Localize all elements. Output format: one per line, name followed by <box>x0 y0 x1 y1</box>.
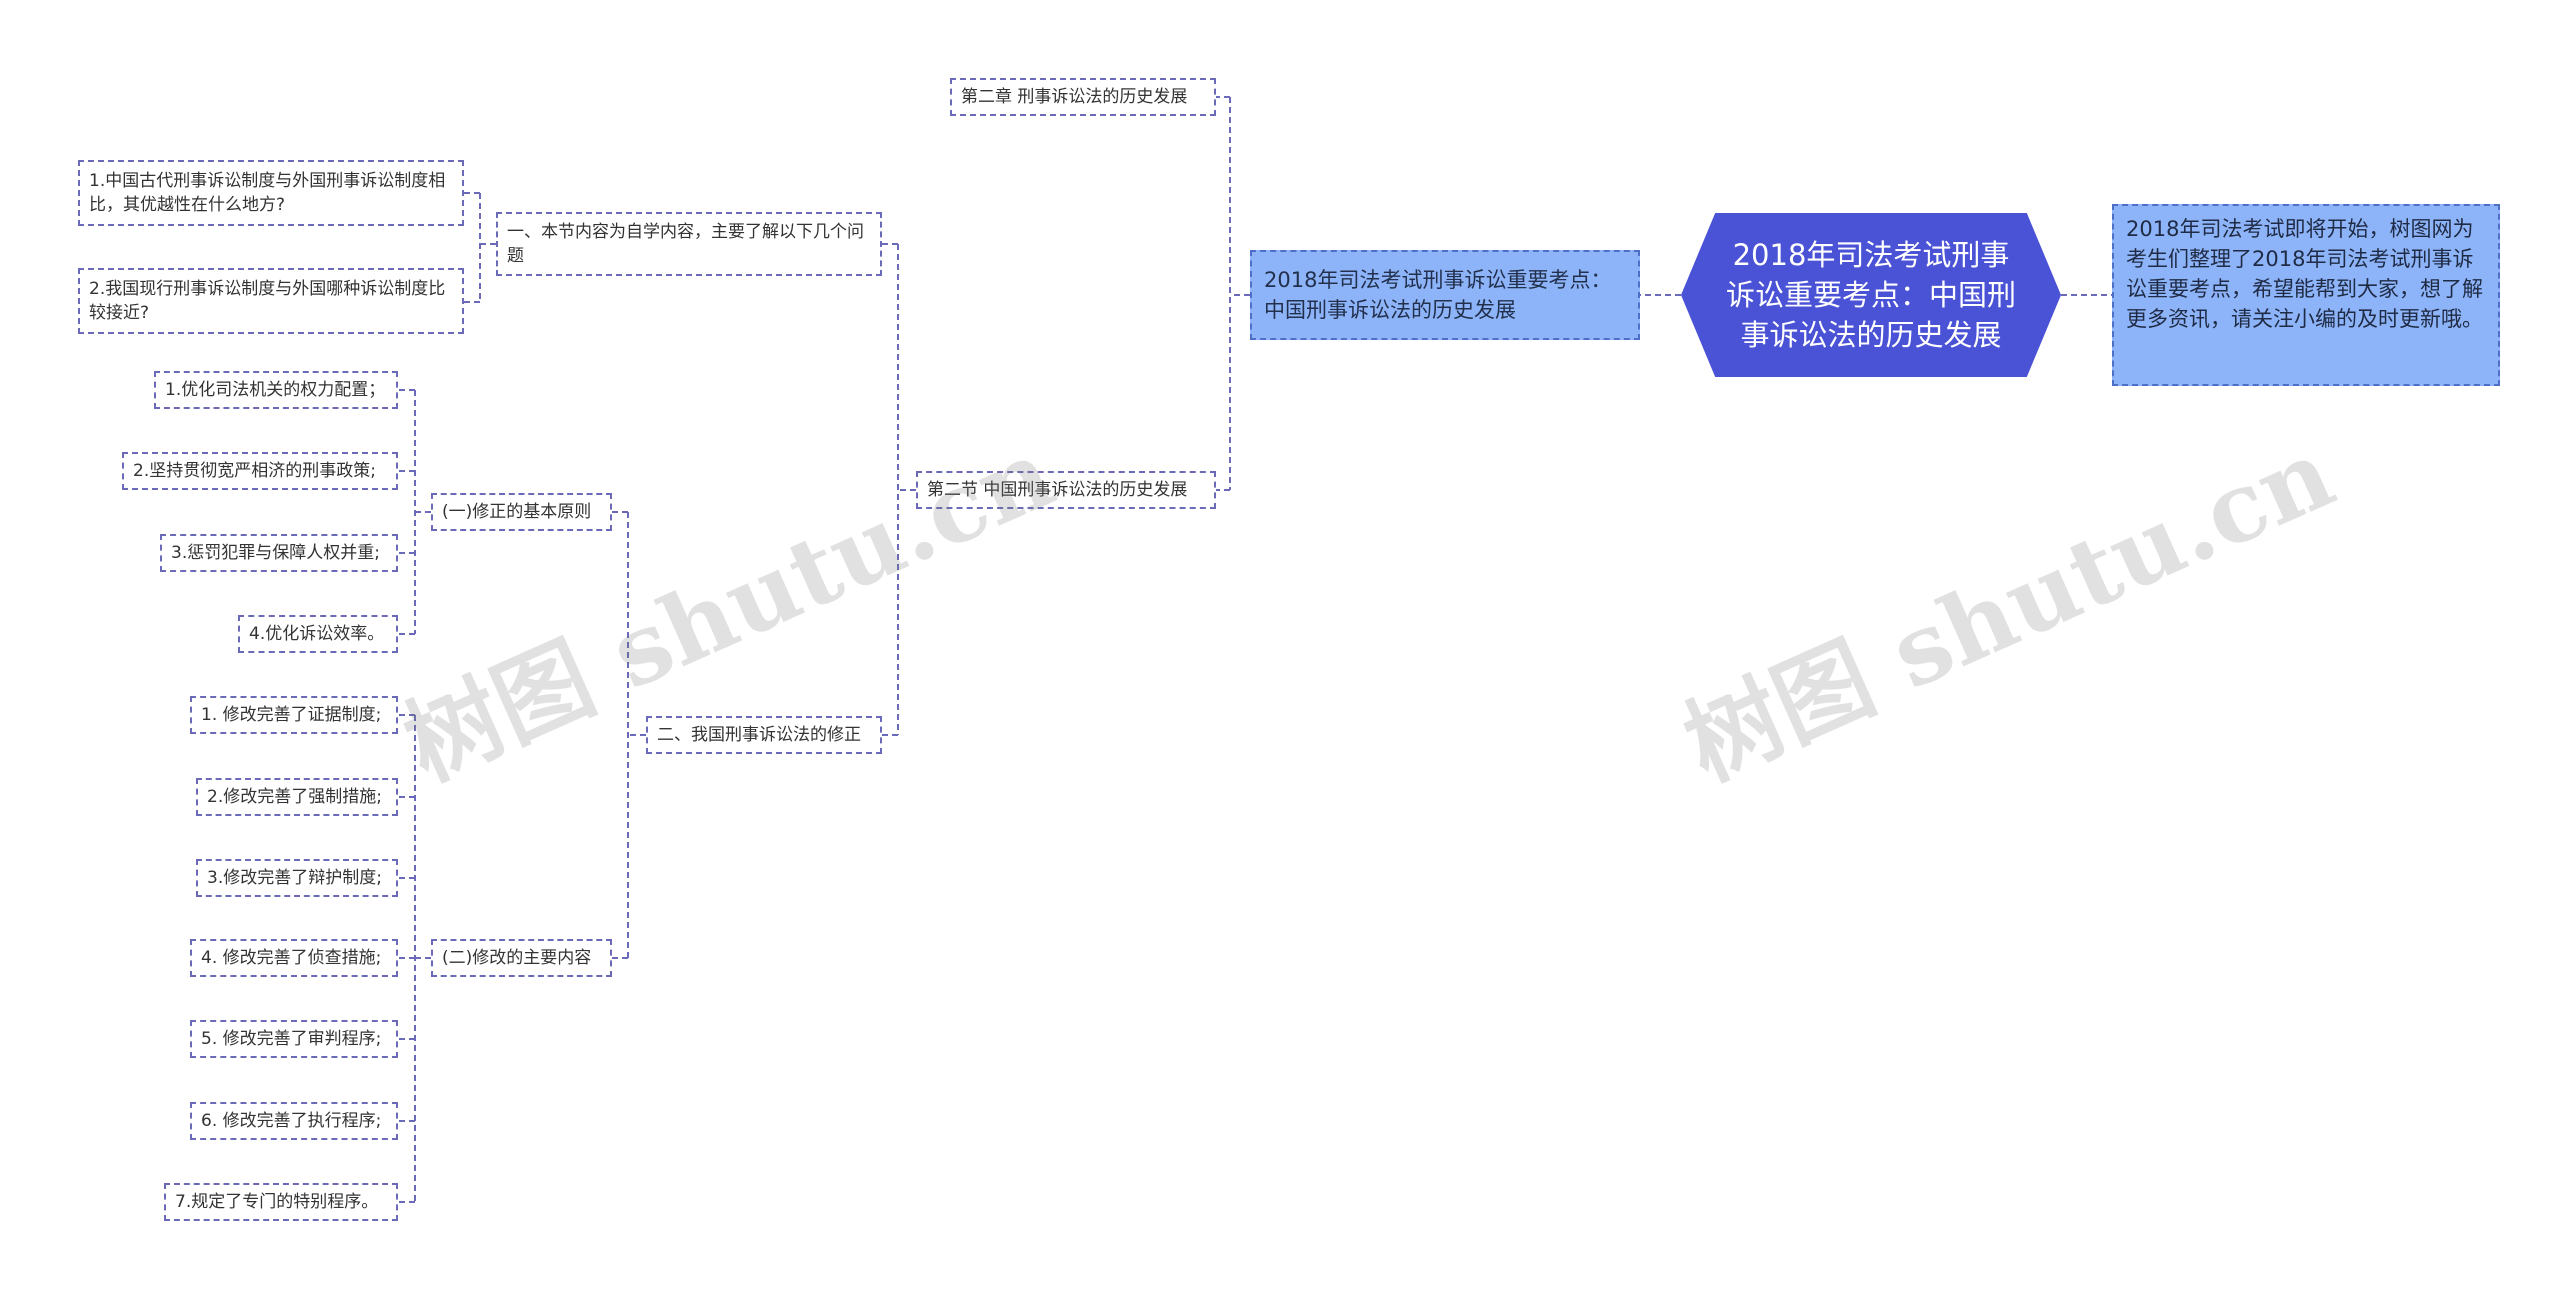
node-chapter[interactable]: 第二章 刑事诉讼法的历史发展 <box>950 78 1216 116</box>
link-revision-level4 <box>612 511 646 959</box>
content-item[interactable]: 4. 修改完善了侦查措施; <box>190 939 398 977</box>
root-topic[interactable]: 2018年司法考试刑事诉讼重要考点：中国刑事诉讼法的历史发展 <box>1681 213 2061 377</box>
principle-item[interactable]: 3.惩罚犯罪与保障人权并重; <box>160 534 398 572</box>
content-item[interactable]: 7.规定了专门的特别程序。 <box>164 1183 398 1221</box>
link-contents-items <box>398 714 431 1203</box>
node-self-study[interactable]: 一、本节内容为自学内容，主要了解以下几个问题 <box>496 212 882 276</box>
link-principles-items <box>398 389 431 635</box>
watermark-text: 树图 shutu.cn <box>1668 416 2350 803</box>
node-contents[interactable]: (二)修改的主要内容 <box>431 939 612 977</box>
topic-level1[interactable]: 2018年司法考试刑事诉讼重要考点：中国刑事诉讼法的历史发展 <box>1250 250 1640 340</box>
question-item[interactable]: 1.中国古代刑事诉讼制度与外国刑事诉讼制度相比，其优越性在什么地方? <box>78 160 464 226</box>
node-revision[interactable]: 二、我国刑事诉讼法的修正 <box>646 716 882 754</box>
link-level1-level2 <box>1216 96 1250 491</box>
content-item[interactable]: 6. 修改完善了执行程序; <box>190 1102 398 1140</box>
principle-item[interactable]: 2.坚持贯彻宽严相济的刑事政策; <box>122 452 398 490</box>
link-section-level3 <box>882 243 916 736</box>
link-selfstudy-questions <box>464 192 496 303</box>
content-item[interactable]: 3.修改完善了辩护制度; <box>196 859 398 897</box>
principle-item[interactable]: 1.优化司法机关的权力配置； <box>154 371 398 409</box>
question-item[interactable]: 2.我国现行刑事诉讼制度与外国哪种诉讼制度比较接近? <box>78 268 464 334</box>
node-principles[interactable]: (一)修正的基本原则 <box>431 493 612 531</box>
content-item[interactable]: 2.修改完善了强制措施; <box>196 778 398 816</box>
intro-note[interactable]: 2018年司法考试即将开始，树图网为考生们整理了2018年司法考试刑事诉讼重要考… <box>2112 204 2500 386</box>
content-item[interactable]: 1. 修改完善了证据制度; <box>190 696 398 734</box>
node-section[interactable]: 第二节 中国刑事诉讼法的历史发展 <box>916 471 1216 509</box>
principle-item[interactable]: 4.优化诉讼效率。 <box>238 615 398 653</box>
content-item[interactable]: 5. 修改完善了审判程序; <box>190 1020 398 1058</box>
